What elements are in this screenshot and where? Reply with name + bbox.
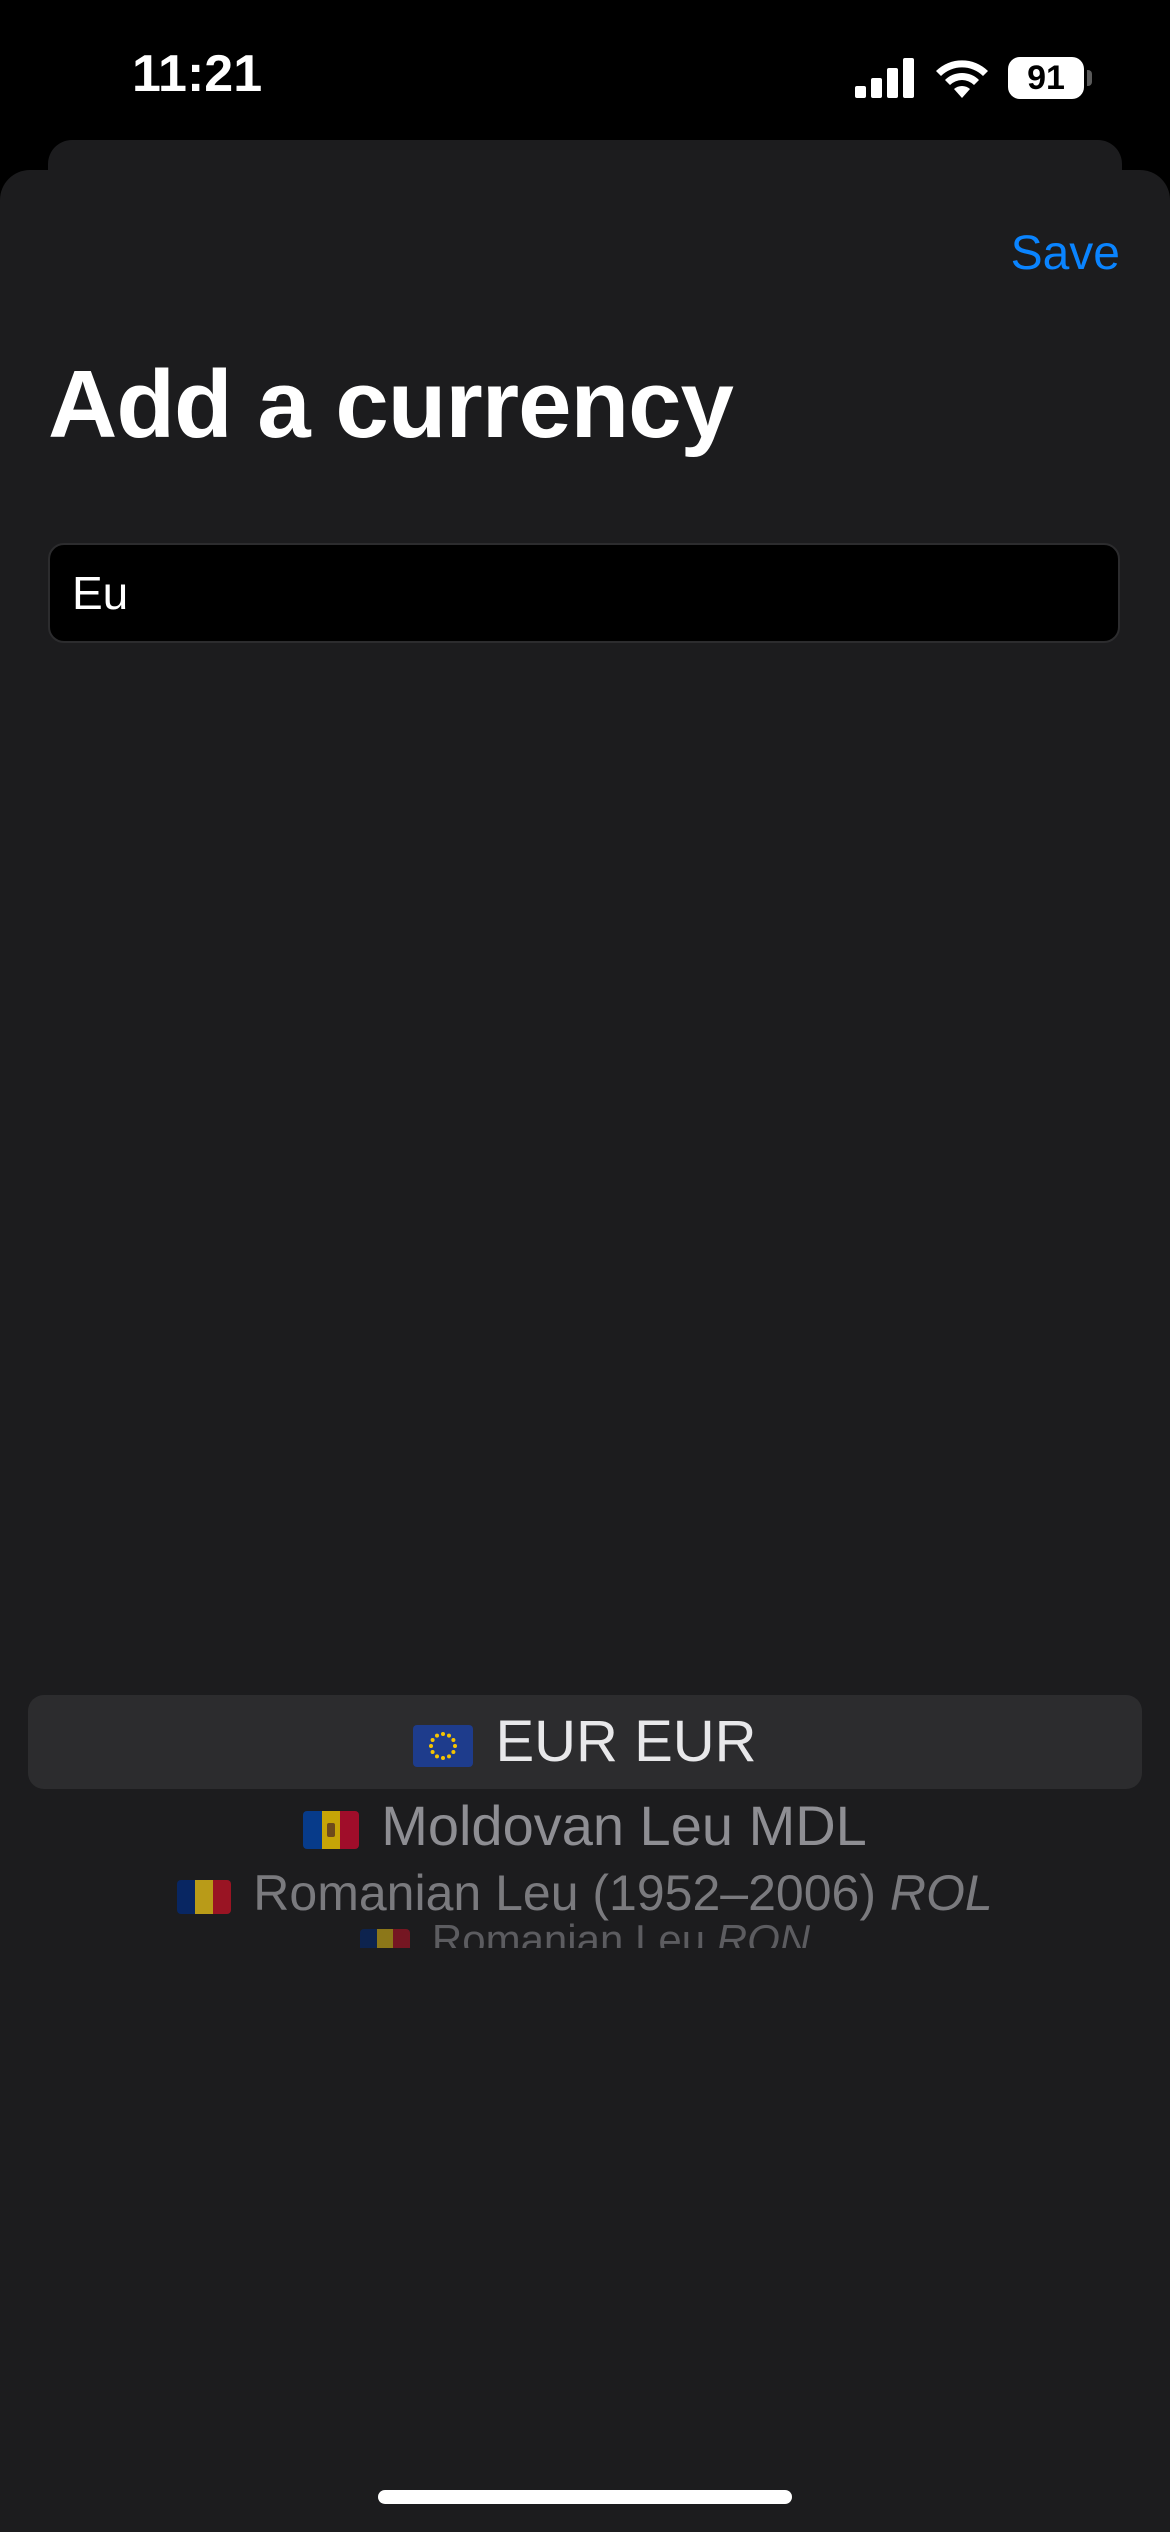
eu-flag-icon bbox=[413, 1724, 474, 1767]
cellular-signal-icon bbox=[855, 58, 914, 98]
moldova-flag-icon bbox=[303, 1811, 360, 1850]
picker-row-code: MDL bbox=[748, 1794, 867, 1857]
picker-row-code: ROL bbox=[889, 1865, 993, 1921]
page-title: Add a currency bbox=[48, 351, 734, 458]
screen: 11:21 91 Save Add a currency Eu EUR EUR … bbox=[0, 0, 1170, 2532]
picker-row-name: Romanian Leu bbox=[431, 1920, 706, 1948]
picker-row-selected[interactable]: EUR EUR bbox=[0, 1695, 1170, 1789]
wifi-icon bbox=[936, 60, 988, 98]
picker-row-clip: Romanian Leu RON bbox=[359, 1920, 811, 1948]
battery-cap bbox=[1087, 70, 1092, 86]
picker-row-code: RON bbox=[716, 1920, 811, 1948]
picker-row[interactable]: Moldovan Leu MDL bbox=[0, 1789, 1170, 1863]
battery-icon: 91 bbox=[1008, 57, 1092, 99]
romania-flag-icon bbox=[177, 1879, 232, 1914]
battery-level: 91 bbox=[1027, 59, 1065, 97]
save-button[interactable]: Save bbox=[1011, 226, 1120, 281]
picker-row-code: EUR bbox=[634, 1709, 757, 1774]
romania-flag-icon bbox=[359, 1928, 410, 1948]
picker-row[interactable]: Romanian Leu (1952–2006) ROL bbox=[0, 1863, 1170, 1923]
picker-row-name: Moldovan Leu bbox=[381, 1794, 733, 1857]
picker-row-name: Romanian Leu (1952–2006) bbox=[253, 1865, 876, 1921]
picker-row-name: EUR bbox=[495, 1709, 618, 1774]
currency-search-input[interactable] bbox=[48, 543, 1120, 643]
status-bar: 11:21 91 bbox=[0, 0, 1170, 150]
status-time: 11:21 bbox=[132, 45, 263, 103]
currency-picker-wheel[interactable]: EUR EUR Moldovan Leu MDL Romanian Leu (1… bbox=[0, 1340, 1170, 1948]
home-indicator[interactable] bbox=[378, 2490, 792, 2504]
picker-row[interactable]: Romanian Leu RON bbox=[0, 1920, 1170, 1960]
